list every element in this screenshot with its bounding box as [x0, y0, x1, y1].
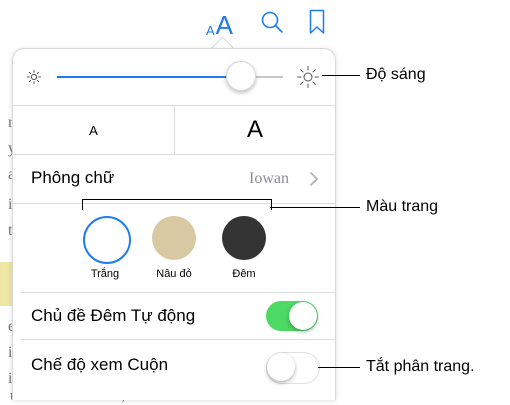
page-color-bracket: [82, 199, 272, 210]
pagination-callout-line: [318, 367, 360, 368]
auto-night-toggle[interactable]: [266, 301, 318, 331]
auto-night-row: Chủ đề Đêm Tự động: [13, 293, 335, 339]
scroll-view-row: Chế độ xem Cuộn: [13, 340, 335, 390]
search-icon[interactable]: [260, 10, 284, 34]
brightness-high-icon: [297, 66, 319, 88]
toggle-thumb: [289, 302, 317, 330]
font-size-large-glyph: A: [215, 10, 234, 40]
increase-font-size-button[interactable]: A: [175, 106, 335, 154]
font-label: Phông chữ: [31, 168, 115, 187]
brightness-slider-knob[interactable]: [226, 61, 256, 91]
brightness-callout-line: [322, 75, 360, 76]
decrease-font-size-button[interactable]: A: [13, 106, 174, 154]
page-color-callout-line: [270, 207, 360, 208]
brightness-low-icon: [27, 70, 41, 84]
brightness-row: [13, 49, 335, 105]
font-size-small-glyph: A: [206, 23, 215, 38]
page-color-row: Trắng Nâu đỏ Đêm: [13, 204, 335, 292]
page-color-callout-label: Màu trang: [366, 198, 439, 215]
font-settings-button[interactable]: A A: [206, 6, 233, 38]
pagination-callout-label: Tắt phân trang.: [366, 358, 475, 375]
auto-night-label: Chủ đề Đêm Tự động: [31, 306, 196, 325]
toggle-thumb: [267, 353, 295, 381]
theme-sepia-swatch[interactable]: [152, 216, 196, 260]
theme-night-label: Đêm: [232, 268, 256, 280]
font-row[interactable]: Phông chữ Iowan: [13, 155, 335, 203]
theme-night-swatch[interactable]: [222, 216, 266, 260]
brightness-callout-label: Độ sáng: [366, 66, 426, 83]
brightness-slider-fill: [57, 76, 237, 78]
chevron-right-icon: [310, 172, 318, 186]
reading-settings-popover: A A Phông chữ Iowan Trắng Nâu đỏ Đêm Chủ…: [12, 48, 336, 400]
brightness-slider-track[interactable]: [253, 76, 283, 78]
theme-sepia-label: Nâu đỏ: [156, 268, 192, 280]
theme-white-swatch[interactable]: [83, 216, 131, 264]
bookmark-icon[interactable]: [309, 9, 325, 35]
scroll-view-label: Chế độ xem Cuộn: [31, 355, 169, 374]
scroll-view-toggle[interactable]: [266, 352, 320, 384]
font-value: Iowan: [249, 170, 289, 187]
theme-white-label: Trắng: [90, 268, 120, 280]
font-size-row: A A: [13, 106, 335, 154]
